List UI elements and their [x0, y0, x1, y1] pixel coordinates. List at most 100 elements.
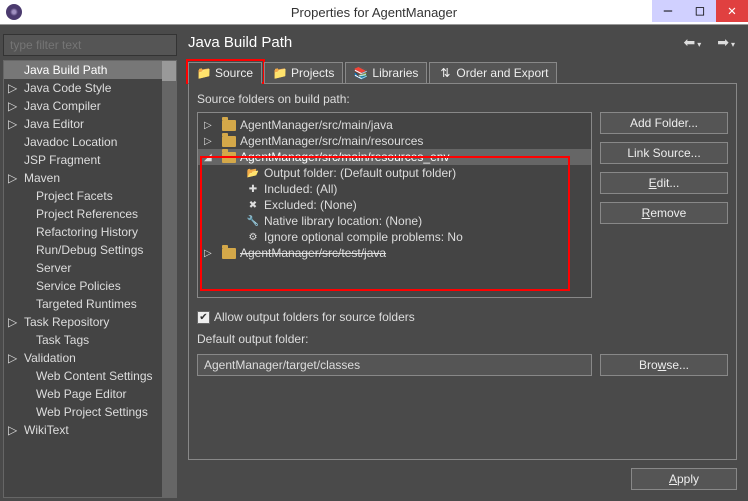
default-output-label: Default output folder: — [197, 332, 728, 346]
source-folder-item[interactable]: ◢ AgentManager/src/main/resources_env — [198, 149, 591, 165]
tab-order-export[interactable]: ⇅ Order and Export — [429, 62, 557, 84]
allow-output-label: Allow output folders for source folders — [214, 310, 415, 324]
tree-item-label: Task Tags — [36, 333, 89, 347]
package-folder-icon — [222, 136, 236, 147]
expand-icon[interactable]: ▷ — [8, 315, 18, 329]
edit-button[interactable]: Edit... — [600, 172, 728, 194]
tree-item-task-repository[interactable]: ▷ Task Repository — [4, 313, 176, 331]
tree-item-run-debug-settings[interactable]: Run/Debug Settings — [4, 241, 176, 259]
source-item-label: AgentManager/src/test/java — [240, 246, 386, 260]
tree-item-label: Run/Debug Settings — [36, 243, 143, 257]
tree-item-maven[interactable]: ▷ Maven — [4, 169, 176, 187]
order-icon: ⇅ — [438, 66, 452, 80]
tree-item-label: Validation — [24, 351, 76, 365]
filter-input[interactable] — [3, 34, 177, 56]
source-folder-property[interactable]: ✖ Excluded: (None) — [198, 197, 591, 213]
minimize-button[interactable]: — — [652, 0, 684, 22]
window-title: Properties for AgentManager — [291, 5, 457, 20]
tree-item-project-references[interactable]: Project References — [4, 205, 176, 223]
tree-item-targeted-runtimes[interactable]: Targeted Runtimes — [4, 295, 176, 313]
source-folder-item[interactable]: ▷ AgentManager/src/test/java — [198, 245, 591, 261]
tree-item-web-content-settings[interactable]: Web Content Settings — [4, 367, 176, 385]
expand-icon[interactable]: ▷ — [8, 117, 18, 131]
source-folders-label: Source folders on build path: — [197, 92, 728, 106]
close-button[interactable]: ✕ — [716, 0, 748, 22]
source-folder-property[interactable]: ⚙Ignore optional compile problems: No — [198, 229, 591, 245]
tree-item-web-project-settings[interactable]: Web Project Settings — [4, 403, 176, 421]
source-item-label: AgentManager/src/main/resources_env — [240, 150, 449, 164]
expand-icon[interactable]: ▷ — [8, 99, 18, 113]
expand-icon[interactable]: ▷ — [204, 120, 214, 131]
tab-label: Projects — [291, 66, 334, 80]
tree-item-label: Javadoc Location — [24, 135, 117, 149]
tree-item-project-facets[interactable]: Project Facets — [4, 187, 176, 205]
expand-icon[interactable]: ▷ — [8, 171, 18, 185]
tree-item-label: JSP Fragment — [24, 153, 100, 167]
tree-item-java-build-path[interactable]: Java Build Path — [4, 61, 176, 79]
expand-icon[interactable]: ▷ — [8, 423, 18, 437]
tree-item-java-code-style[interactable]: ▷ Java Code Style — [4, 79, 176, 97]
source-item-label: Excluded: (None) — [264, 198, 357, 212]
source-item-label: AgentManager/src/main/resources — [240, 134, 423, 148]
maximize-button[interactable]: □ — [684, 0, 716, 22]
source-folder-property[interactable]: 🔧Native library location: (None) — [198, 213, 591, 229]
right-panel: Java Build Path ⬅▾ ➡▾ 📁 Source 📁 Project… — [180, 28, 745, 498]
browse-button[interactable]: Browse... — [600, 354, 728, 376]
tree-item-label: Maven — [24, 171, 60, 185]
tree-item-label: Task Repository — [24, 315, 109, 329]
tree-item-label: Java Code Style — [24, 81, 111, 95]
add-folder-button[interactable]: Add Folder... — [600, 112, 728, 134]
source-folder-icon: 📁 — [197, 66, 211, 80]
tree-item-label: Java Editor — [24, 117, 84, 131]
tree-scrollbar[interactable] — [162, 61, 176, 497]
libraries-icon: 📚 — [354, 66, 368, 80]
incl-icon: ✚ — [246, 182, 260, 196]
tree-item-validation[interactable]: ▷ Validation — [4, 349, 176, 367]
link-source-button[interactable]: Link Source... — [600, 142, 728, 164]
tree-item-java-compiler[interactable]: ▷ Java Compiler — [4, 97, 176, 115]
expand-icon[interactable]: ▷ — [204, 248, 214, 259]
back-button[interactable]: ⬅▾ — [684, 34, 702, 51]
allow-output-checkbox-row[interactable]: ✔ Allow output folders for source folder… — [197, 310, 728, 324]
tree-item-java-editor[interactable]: ▷ Java Editor — [4, 115, 176, 133]
tab-label: Libraries — [372, 66, 418, 80]
output-icon: 📂 — [246, 166, 260, 180]
expand-icon[interactable]: ◢ — [204, 152, 214, 163]
tree-item-label: WikiText — [24, 423, 69, 437]
projects-icon: 📁 — [273, 66, 287, 80]
tree-item-task-tags[interactable]: Task Tags — [4, 331, 176, 349]
tree-item-label: Project Facets — [36, 189, 113, 203]
source-item-label: Included: (All) — [264, 182, 337, 196]
apply-button[interactable]: Apply — [631, 468, 737, 490]
tree-item-jsp-fragment[interactable]: JSP Fragment — [4, 151, 176, 169]
tree-item-wikitext[interactable]: ▷ WikiText — [4, 421, 176, 439]
excl-icon: ✖ — [246, 198, 260, 212]
tree-item-label: Targeted Runtimes — [36, 297, 137, 311]
tree-item-label: Project References — [36, 207, 138, 221]
allow-output-checkbox[interactable]: ✔ — [197, 311, 210, 324]
source-folder-property[interactable]: ✚ Included: (All) — [198, 181, 591, 197]
package-folder-icon — [222, 120, 236, 131]
tree-item-javadoc-location[interactable]: Javadoc Location — [4, 133, 176, 151]
expand-icon[interactable]: ▷ — [204, 136, 214, 147]
tree-item-label: Java Compiler — [24, 99, 101, 113]
remove-button[interactable]: Remove — [600, 202, 728, 224]
tree-item-server[interactable]: Server — [4, 259, 176, 277]
tab-projects[interactable]: 📁 Projects — [264, 62, 343, 84]
tab-source[interactable]: 📁 Source — [188, 62, 262, 84]
source-folder-item[interactable]: ▷AgentManager/src/main/java — [198, 117, 591, 133]
expand-icon[interactable]: ▷ — [8, 81, 18, 95]
expand-icon[interactable]: ▷ — [8, 351, 18, 365]
tab-libraries[interactable]: 📚 Libraries — [345, 62, 427, 84]
tree-item-refactoring-history[interactable]: Refactoring History — [4, 223, 176, 241]
window-controls: — □ ✕ — [652, 0, 748, 22]
tree-item-web-page-editor[interactable]: Web Page Editor — [4, 385, 176, 403]
tree-item-service-policies[interactable]: Service Policies — [4, 277, 176, 295]
source-folder-tree[interactable]: ▷AgentManager/src/main/java▷AgentManager… — [197, 112, 592, 298]
app-icon — [6, 4, 22, 20]
source-folder-item[interactable]: ▷ AgentManager/src/main/resources — [198, 133, 591, 149]
tabs: 📁 Source 📁 Projects 📚 Libraries ⇅ Order … — [180, 61, 745, 83]
source-folder-property[interactable]: 📂Output folder: (Default output folder) — [198, 165, 591, 181]
forward-button[interactable]: ➡▾ — [717, 34, 735, 51]
default-output-field[interactable]: AgentManager/target/classes — [197, 354, 592, 376]
